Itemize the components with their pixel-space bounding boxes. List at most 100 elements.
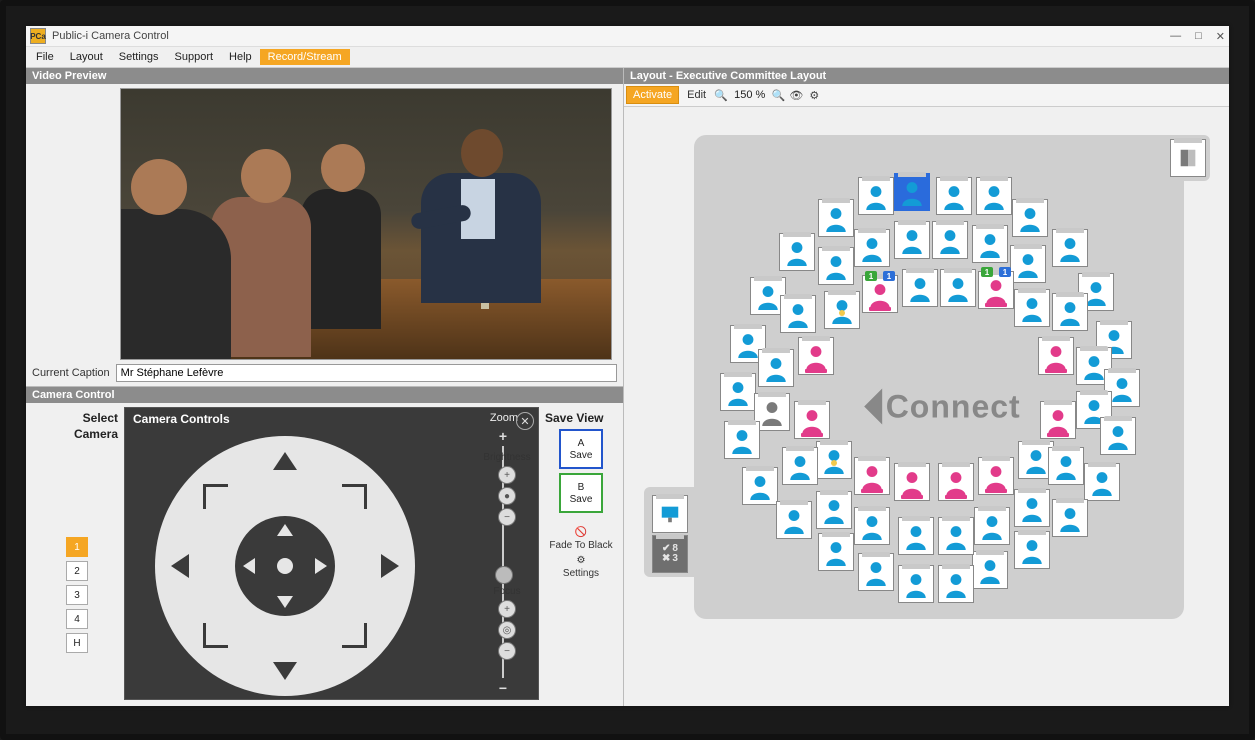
seat[interactable] [742, 467, 778, 505]
pan-left-arrow[interactable] [171, 554, 189, 578]
pan-up-arrow[interactable] [273, 452, 297, 470]
seat[interactable] [858, 177, 894, 215]
zoom-in-icon[interactable]: + [498, 428, 508, 444]
seat[interactable] [936, 177, 972, 215]
seat[interactable] [898, 565, 934, 603]
seat[interactable] [1014, 289, 1050, 327]
seat[interactable] [824, 291, 860, 329]
seat[interactable] [779, 233, 815, 271]
seat[interactable] [1010, 245, 1046, 283]
menu-help[interactable]: Help [221, 49, 260, 65]
vote-count[interactable]: ✔8 ✖3 [652, 535, 688, 573]
no-symbol-icon[interactable]: 🚫 [575, 527, 587, 538]
seat[interactable] [818, 247, 854, 285]
seat[interactable] [940, 269, 976, 307]
gear-icon[interactable]: ⚙ [577, 555, 586, 566]
seat[interactable] [1100, 417, 1136, 455]
focus-out[interactable]: − [498, 642, 516, 660]
seat[interactable] [974, 507, 1010, 545]
camera-3-button[interactable]: 3 [66, 585, 88, 605]
fine-up[interactable] [277, 524, 293, 536]
fine-down[interactable] [277, 596, 293, 608]
seat[interactable] [894, 221, 930, 259]
seat[interactable] [854, 229, 890, 267]
seat[interactable] [854, 457, 890, 495]
camera-4-button[interactable]: 4 [66, 609, 88, 629]
pan-downleft[interactable] [203, 623, 228, 648]
seat[interactable] [818, 533, 854, 571]
zoom-in-tool-icon[interactable]: 🔍 [771, 89, 785, 102]
focus-auto[interactable]: ◎ [498, 621, 516, 639]
seat[interactable] [972, 551, 1008, 589]
menu-layout[interactable]: Layout [62, 49, 111, 65]
eye-icon[interactable]: 👁 [789, 89, 803, 102]
seat[interactable] [938, 463, 974, 501]
seat[interactable] [932, 221, 968, 259]
brightness-down[interactable]: − [498, 508, 516, 526]
seat[interactable] [898, 517, 934, 555]
brightness-up[interactable]: + [498, 466, 516, 484]
seat[interactable] [1052, 293, 1088, 331]
fine-left[interactable] [243, 558, 255, 574]
menu-support[interactable]: Support [167, 49, 222, 65]
seat[interactable] [816, 441, 852, 479]
pan-right-arrow[interactable] [381, 554, 399, 578]
seat[interactable] [794, 401, 830, 439]
seat[interactable] [938, 517, 974, 555]
pan-downright[interactable] [342, 623, 367, 648]
seat[interactable] [1014, 489, 1050, 527]
seat[interactable] [1052, 229, 1088, 267]
close-icon[interactable]: ✕ [1216, 30, 1225, 43]
seat[interactable] [1048, 447, 1084, 485]
zoom-out-tool-icon[interactable]: 🔍 [714, 89, 728, 102]
focus-in[interactable]: + [498, 600, 516, 618]
seat[interactable] [724, 421, 760, 459]
menu-record-stream[interactable]: Record/Stream [260, 49, 350, 65]
menu-file[interactable]: File [28, 49, 62, 65]
caption-input[interactable] [116, 364, 617, 382]
seat[interactable] [1052, 499, 1088, 537]
camera-1-button[interactable]: 1 [66, 537, 88, 557]
zoom-out-icon[interactable]: − [498, 680, 508, 696]
door-icon[interactable] [1170, 139, 1206, 177]
seat[interactable] [798, 337, 834, 375]
pan-down-arrow[interactable] [273, 662, 297, 680]
seat[interactable] [720, 373, 756, 411]
seat[interactable]: 11 [862, 275, 898, 313]
camera-home-button[interactable]: H [66, 633, 88, 653]
seat[interactable] [1012, 199, 1048, 237]
seat[interactable] [938, 565, 974, 603]
layout-canvas[interactable]: Connect ✔8 ✖3 1111 [624, 107, 1229, 706]
brightness-auto[interactable]: ● [498, 487, 516, 505]
camera-2-button[interactable]: 2 [66, 561, 88, 581]
seat[interactable] [758, 349, 794, 387]
ptz-center[interactable] [277, 558, 293, 574]
seat[interactable] [978, 457, 1014, 495]
seat[interactable] [894, 463, 930, 501]
minimize-icon[interactable]: — [1170, 30, 1181, 42]
pan-upleft[interactable] [203, 484, 228, 509]
seat[interactable] [1014, 531, 1050, 569]
seat[interactable] [780, 295, 816, 333]
seat[interactable] [818, 199, 854, 237]
fine-right[interactable] [315, 558, 327, 574]
seat[interactable] [972, 225, 1008, 263]
zoom-thumb[interactable] [495, 566, 513, 584]
seat[interactable] [782, 447, 818, 485]
seat[interactable] [894, 173, 930, 211]
gear-icon[interactable]: ⚙ [807, 89, 821, 102]
seat[interactable] [1084, 463, 1120, 501]
edit-button[interactable]: Edit [683, 87, 710, 103]
pan-upright[interactable] [342, 484, 367, 509]
ptz-pad[interactable] [155, 436, 415, 696]
menu-settings[interactable]: Settings [111, 49, 167, 65]
save-view-b-button[interactable]: B Save [559, 473, 603, 513]
seat[interactable] [816, 491, 852, 529]
seat[interactable]: 11 [978, 271, 1014, 309]
seat[interactable] [776, 501, 812, 539]
seat[interactable] [1038, 337, 1074, 375]
projector-icon[interactable] [652, 495, 688, 533]
save-view-a-button[interactable]: A Save [559, 429, 603, 469]
maximize-icon[interactable]: □ [1195, 30, 1202, 42]
activate-button[interactable]: Activate [626, 86, 679, 104]
